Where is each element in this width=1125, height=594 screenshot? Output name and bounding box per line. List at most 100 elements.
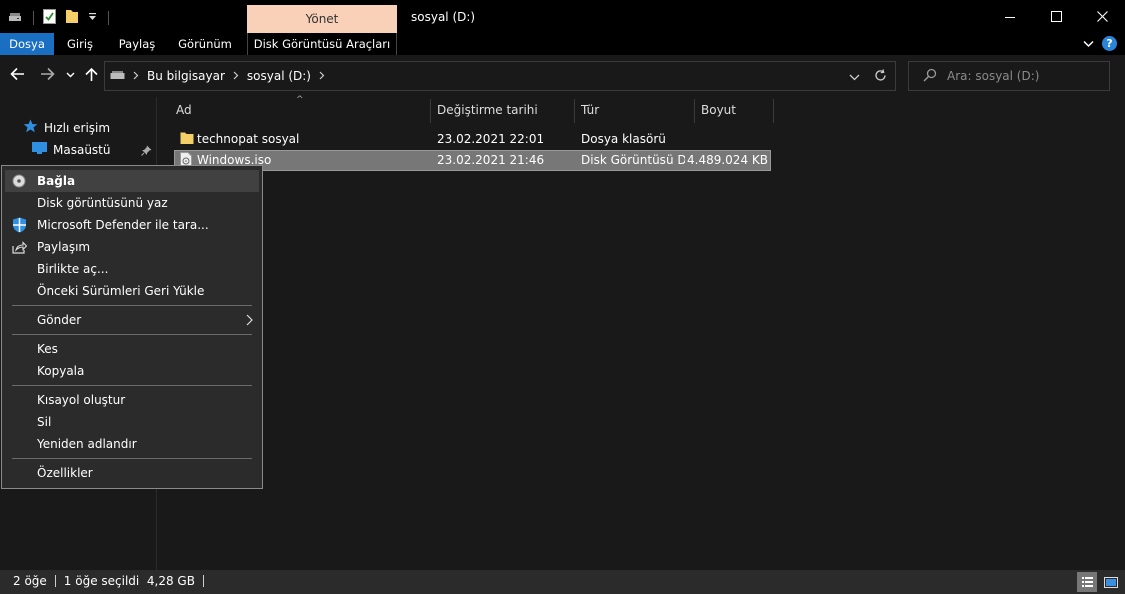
menu-item-label: Kısayol oluştur [37,393,126,407]
column-header-name[interactable]: Ad [170,97,430,124]
search-input[interactable]: Ara: sosyal (D:) [947,69,1039,83]
quick-access-toolbar [8,9,109,27]
status-item-count: 2 öğe [13,574,47,588]
menu-item-label: Önceki Sürümleri Geri Yükle [37,284,205,298]
search-box[interactable]: Ara: sosyal (D:) [908,61,1110,91]
sidebar-item-label: Masaüstü [53,142,111,157]
close-button[interactable] [1079,0,1125,33]
toolbar-separator [108,11,109,25]
menu-item-label: Bağla [37,174,76,188]
status-bar: 2 öğe 1 öğe seçildi 4,28 GB [0,570,1125,594]
toolbar-separator [33,11,34,25]
menu-item-share[interactable]: Paylaşım [5,236,259,258]
breadcrumb-separator-icon[interactable] [319,69,325,83]
refresh-icon[interactable] [874,69,887,85]
address-bar-controls [849,69,887,85]
file-modified: 23.02.2021 21:46 [437,153,545,167]
pin-icon[interactable] [141,145,152,159]
menu-item-restore-previous-versions[interactable]: Önceki Sürümleri Geri Yükle [5,280,259,302]
minimize-button[interactable] [987,0,1033,33]
up-button[interactable] [85,67,98,82]
context-menu: Bağla Disk görüntüsünü yaz Microsoft Def… [1,165,263,489]
sidebar-item-desktop[interactable]: Masaüstü [32,142,110,157]
menu-item-delete[interactable]: Sil [5,411,259,433]
search-inner: Ara: sosyal (D:) [923,62,1039,90]
menu-separator [12,305,252,306]
menu-item-label: Paylaşım [37,240,91,254]
properties-icon[interactable] [43,9,56,27]
customize-toolbar-icon[interactable] [88,11,97,25]
status-separator [54,575,56,587]
ribbon-right-controls: ? [1083,36,1117,51]
sidebar-item-quick-access[interactable]: Hızlı erişim [23,119,110,136]
menu-item-send-to[interactable]: Gönder [5,309,259,331]
drive-icon[interactable] [8,11,22,26]
share-icon [11,239,27,255]
status-info: 2 öğe 1 öğe seçildi 4,28 GB [13,574,204,588]
drive-icon [110,69,125,83]
file-name: technopat sosyal [197,132,300,146]
status-selection: 1 öğe seçildi 4,28 GB [63,574,195,588]
table-row[interactable]: Windows.iso 23.02.2021 21:46 Disk Görünt… [174,150,771,171]
menu-item-label: Microsoft Defender ile tara... [37,218,209,232]
details-view-button[interactable] [1077,572,1097,592]
breadcrumb-separator-icon[interactable] [233,69,239,83]
table-row[interactable]: technopat sosyal 23.02.2021 22:01 Dosya … [174,129,771,150]
menu-item-burn-disc-image[interactable]: Disk görüntüsünü yaz [5,192,259,214]
menu-item-create-shortcut[interactable]: Kısayol oluştur [5,389,259,411]
search-icon [923,68,937,85]
maximize-button[interactable] [1033,0,1079,33]
ribbon-tabs: Dosya Giriş Paylaş Görünüm Disk Görüntüs… [0,33,1125,55]
breadcrumb: Bu bilgisayar sosyal (D:) [110,62,325,90]
large-icons-view-button[interactable] [1101,572,1121,592]
menu-item-defender-scan[interactable]: Microsoft Defender ile tara... [5,214,259,236]
tab-disk-image-tools[interactable]: Disk Görüntüsü Araçları [247,33,397,55]
breadcrumb-this-pc[interactable]: Bu bilgisayar [147,69,225,83]
menu-item-open-with[interactable]: Birlikte aç... [5,258,259,280]
breadcrumb-drive[interactable]: sosyal (D:) [247,69,311,83]
window-controls [987,0,1125,33]
menu-separator [12,385,252,386]
help-icon[interactable]: ? [1102,36,1117,51]
column-header-type[interactable]: Tür [575,97,694,124]
file-size: 4.489.024 KB [687,153,768,167]
tab-home[interactable]: Giriş [57,33,103,55]
menu-item-copy[interactable]: Kopyala [5,360,259,382]
star-icon [23,119,38,136]
menu-item-cut[interactable]: Kes [5,338,259,360]
tab-file[interactable]: Dosya [0,33,54,55]
column-header-size[interactable]: Boyut [695,97,773,124]
file-type: Dosya klasörü [581,132,666,146]
forward-button[interactable] [40,67,55,81]
address-bar[interactable]: Bu bilgisayar sosyal (D:) [104,61,896,91]
manage-tab[interactable]: Yönet [247,5,397,33]
desktop-icon [32,142,47,157]
chevron-down-icon[interactable] [849,70,860,84]
column-header-date-modified[interactable]: Değiştirme tarihi [431,97,575,124]
menu-item-label: Kes [37,342,58,356]
defender-shield-icon [11,217,27,233]
back-button[interactable] [10,67,25,81]
chevron-down-icon[interactable] [1083,37,1094,51]
column-separator[interactable] [773,99,774,123]
navigation-bar: Bu bilgisayar sosyal (D:) Ara: sosyal (D… [0,55,1125,97]
menu-item-rename[interactable]: Yeniden adlandır [5,433,259,455]
file-type: Disk Görüntüsü D... [581,153,685,167]
chevron-right-icon [246,314,253,329]
recent-locations-button[interactable] [66,72,75,78]
file-list: ^ Ad Değiştirme tarihi Tür Boyut technop… [158,95,1125,570]
title-bar: Yönet sosyal (D:) [0,0,1125,33]
disc-icon [11,173,27,189]
breadcrumb-separator-icon[interactable] [133,69,139,83]
new-folder-icon[interactable] [65,9,79,27]
menu-separator [12,334,252,335]
window-title: sosyal (D:) [411,10,476,24]
menu-item-properties[interactable]: Özellikler [5,462,259,484]
menu-item-mount[interactable]: Bağla [5,170,259,192]
tab-share[interactable]: Paylaş [111,33,163,55]
menu-item-label: Sil [37,415,52,429]
menu-item-label: Birlikte aç... [37,262,109,276]
tab-view[interactable]: Görünüm [171,33,239,55]
folder-icon [180,131,194,148]
sidebar-item-label: Hızlı erişim [44,120,111,135]
